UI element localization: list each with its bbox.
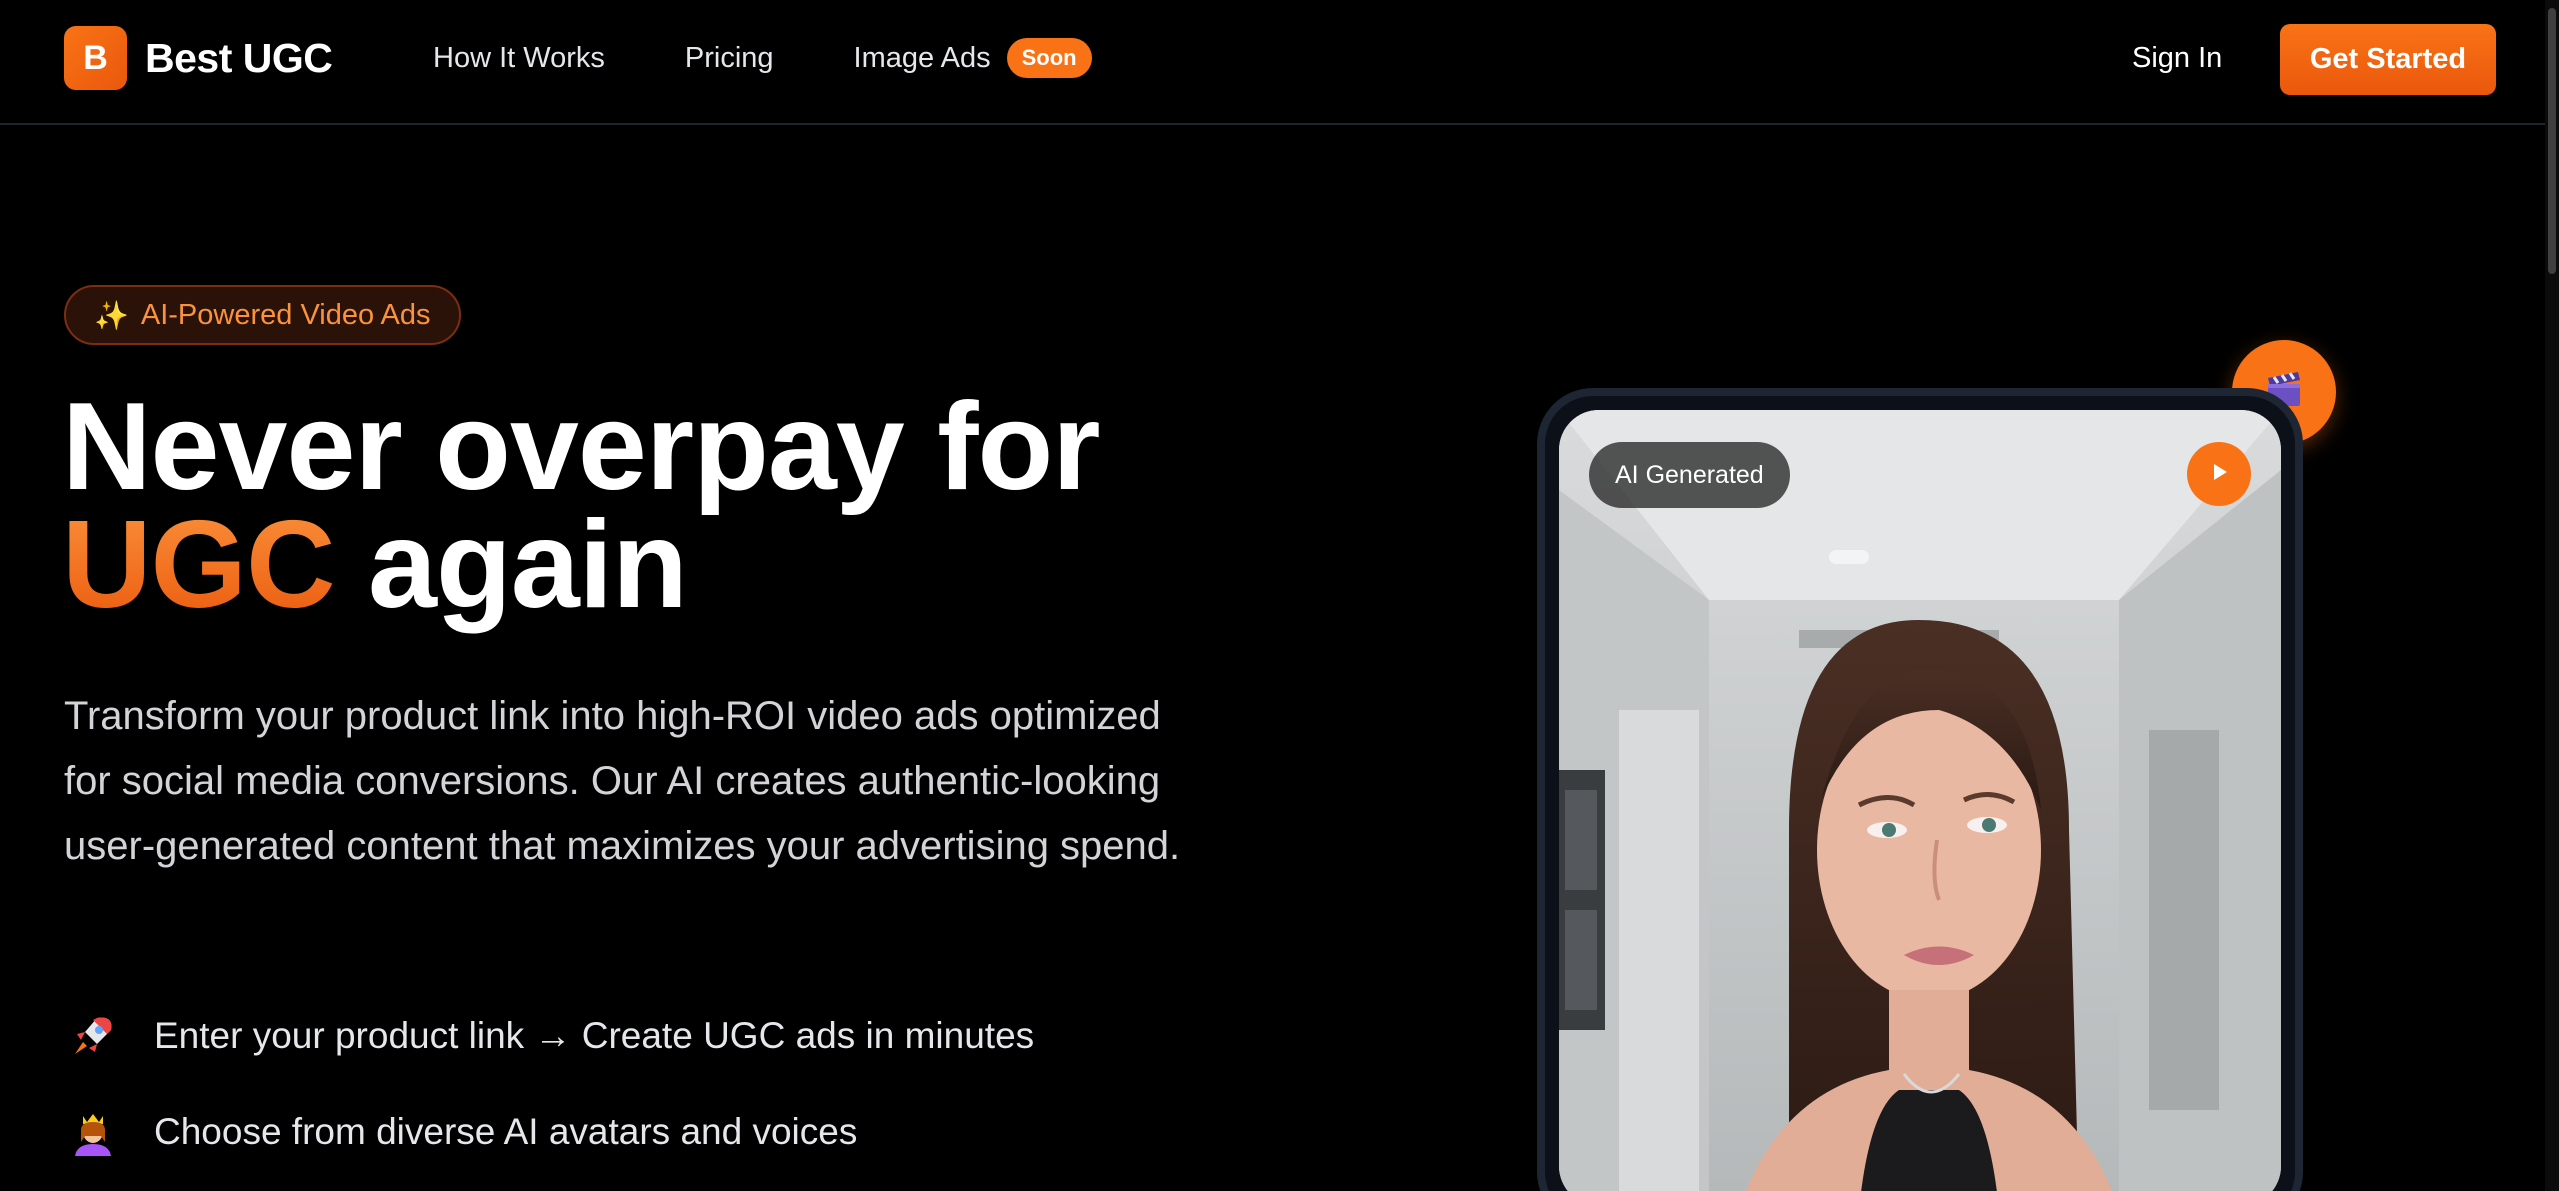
phone-mockup: AI Generated	[1537, 388, 2303, 1191]
play-button[interactable]	[2187, 442, 2251, 506]
hero-headline: Never overpay for UGC again	[62, 385, 1100, 627]
nav-how-it-works[interactable]: How It Works	[433, 42, 605, 75]
brand-name: Best UGC	[145, 34, 333, 81]
headline-accent: UGC	[62, 496, 336, 634]
feature-item-avatars: Choose from diverse AI avatars and voice…	[64, 1103, 857, 1161]
hero-tag-pill: ✨ AI-Powered Video Ads	[64, 285, 461, 345]
top-navbar: B Best UGC How It Works Pricing Image Ad…	[0, 0, 2545, 125]
ai-generated-badge: AI Generated	[1589, 442, 1790, 508]
soon-badge: Soon	[1006, 38, 1092, 78]
sign-in-link[interactable]: Sign In	[2132, 42, 2222, 75]
page-scrollbar[interactable]	[2545, 0, 2559, 1191]
video-preview[interactable]: AI Generated	[1559, 410, 2281, 1191]
nav-image-ads-group[interactable]: Image Ads Soon	[854, 38, 1092, 78]
nav-image-ads[interactable]: Image Ads	[854, 42, 991, 75]
avatar-icon	[64, 1103, 122, 1161]
hero-tag-label: AI-Powered Video Ads	[140, 298, 431, 331]
primary-nav: How It Works Pricing Image Ads Soon	[433, 38, 1092, 78]
feature-item-product-link: Enter your product link → Create UGC ads…	[64, 1007, 1034, 1065]
logo-mark: B	[64, 26, 127, 90]
scrollbar-thumb[interactable]	[2548, 8, 2556, 274]
get-started-button[interactable]: Get Started	[2280, 24, 2496, 95]
brand-logo-link[interactable]: B Best UGC	[64, 26, 333, 90]
headline-line-2: again	[368, 496, 688, 634]
feature-text: Choose from diverse AI avatars and voice…	[154, 1111, 858, 1152]
video-frame-illustration	[1559, 410, 2281, 1191]
hero-description: Transform your product link into high-RO…	[64, 694, 1181, 868]
nav-pricing[interactable]: Pricing	[685, 42, 774, 75]
feature-text: Enter your product link → Create UGC ads…	[154, 1015, 1035, 1056]
rocket-icon	[64, 1007, 122, 1065]
play-icon	[2207, 460, 2231, 489]
sparkles-icon: ✨	[94, 299, 129, 331]
